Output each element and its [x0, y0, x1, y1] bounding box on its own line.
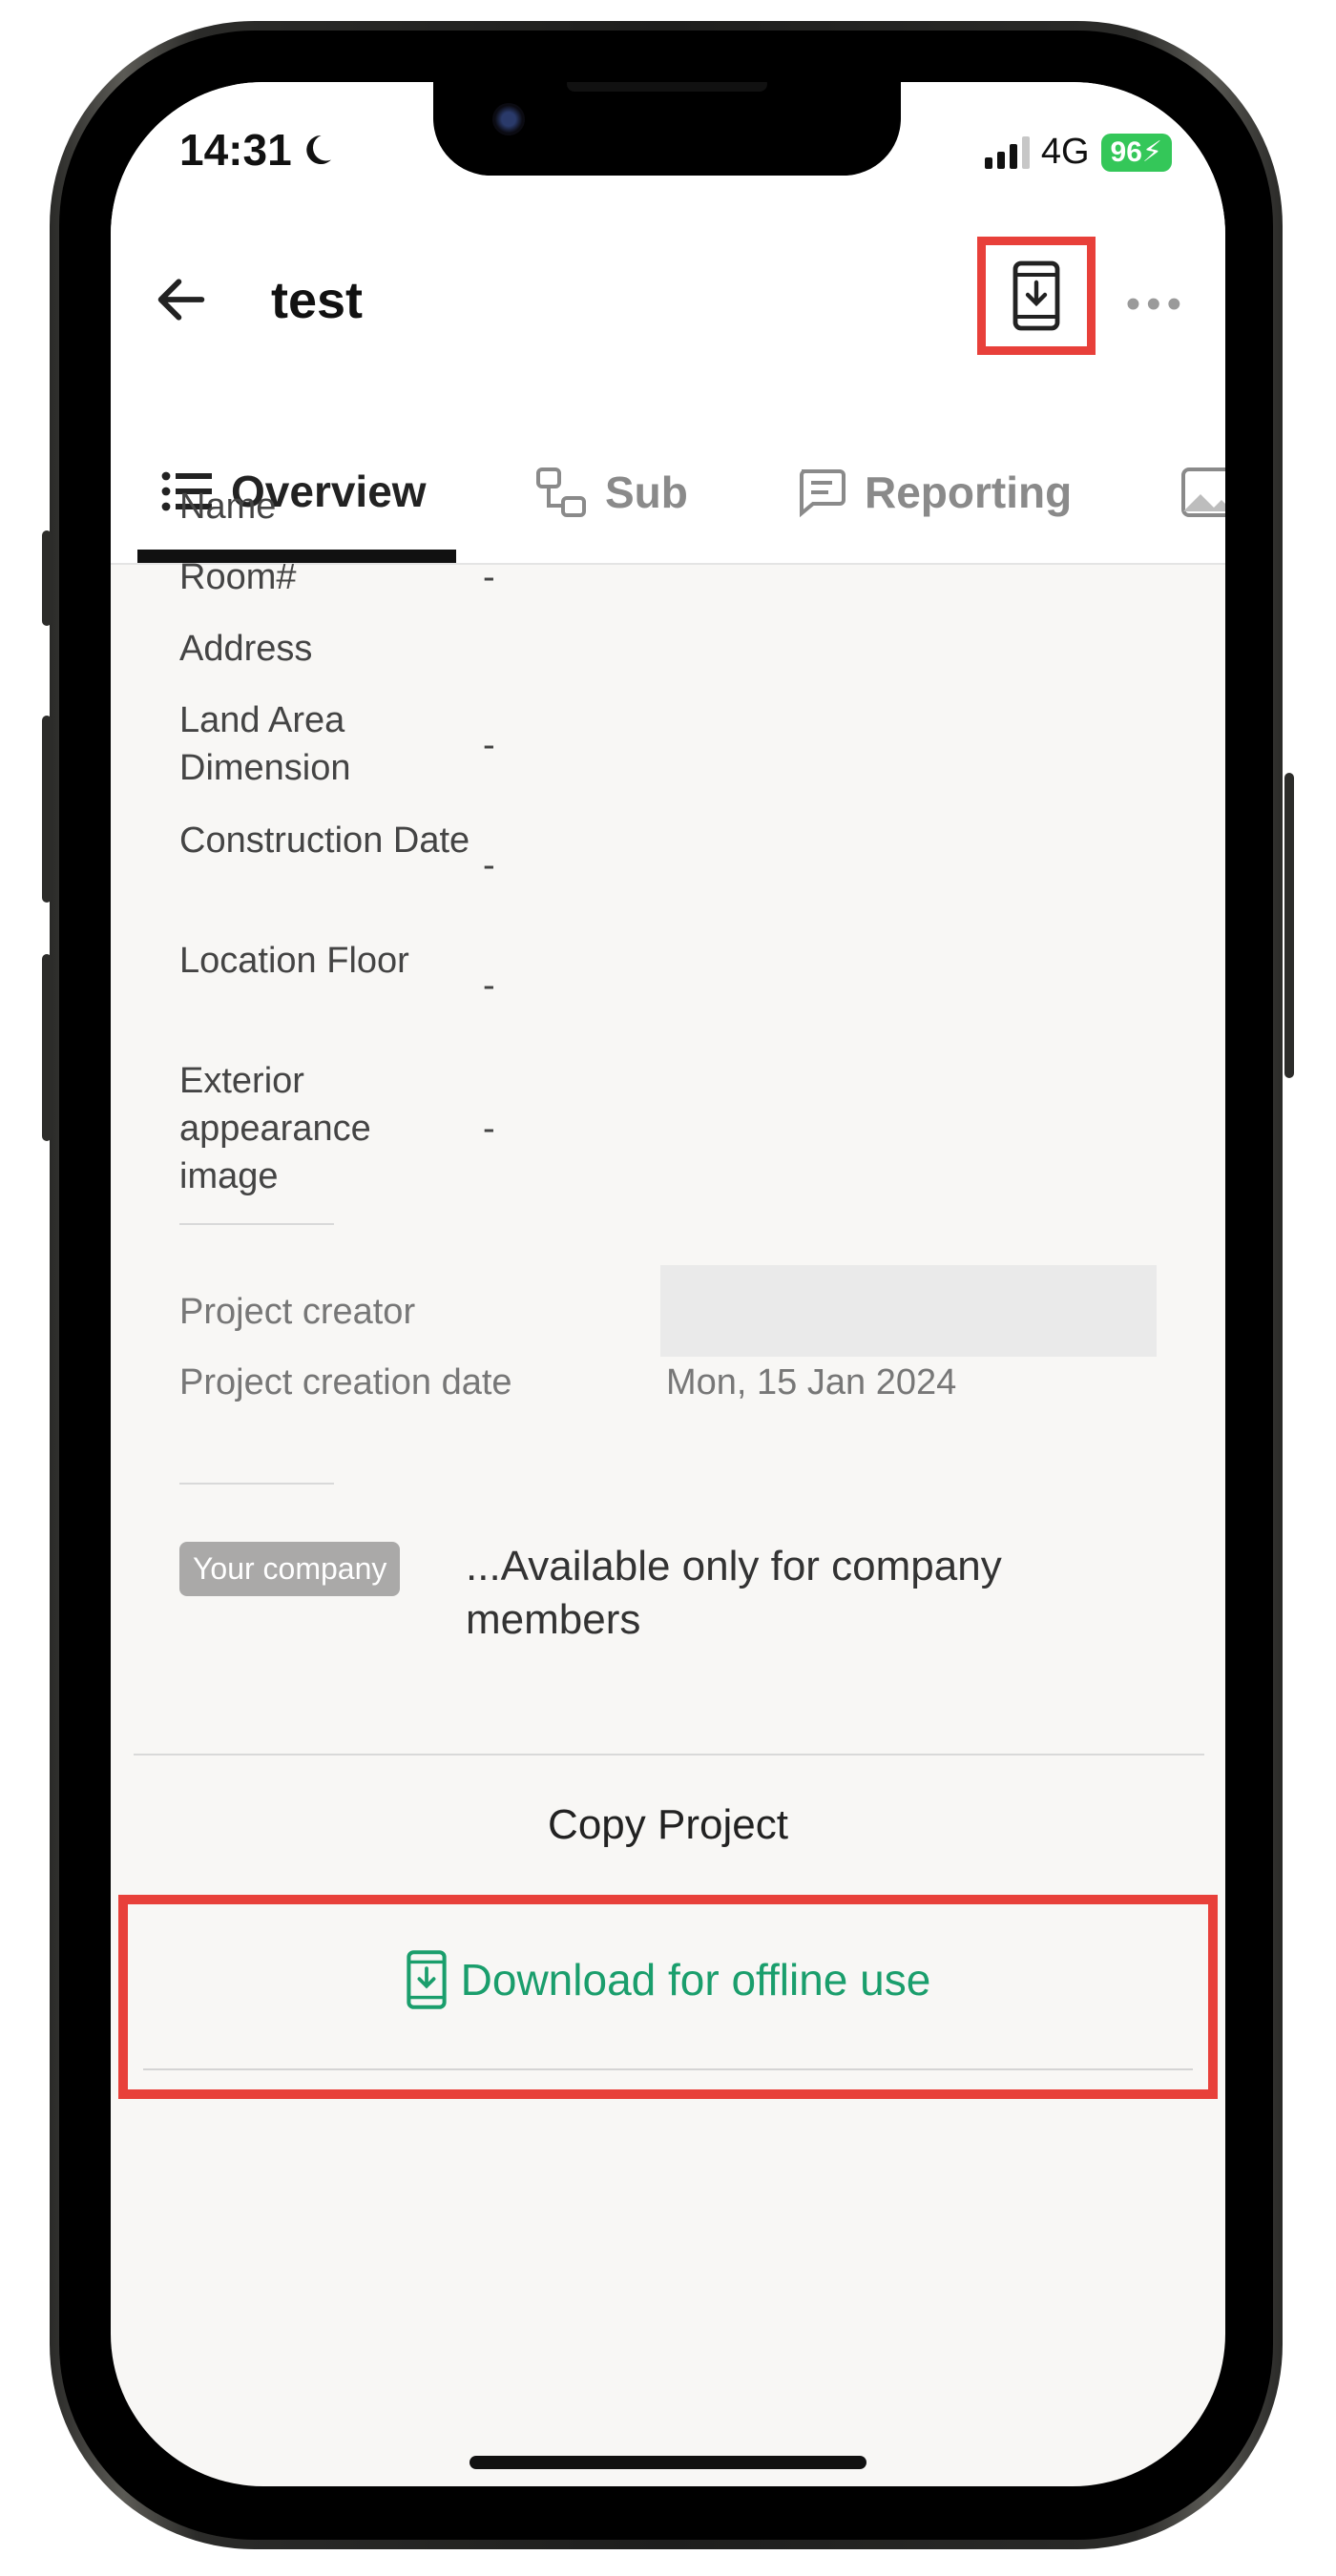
download-offline-highlight: Download for offline use: [118, 1895, 1218, 2099]
field-value: -: [483, 557, 495, 597]
creation-date-value: Mon, 15 Jan 2024: [666, 1362, 957, 1402]
divider: [134, 1754, 1204, 1755]
field-label: Name: [179, 487, 277, 527]
tab-reporting-label: Reporting: [865, 467, 1073, 517]
field-label: Exterior appearance image: [179, 1061, 371, 1196]
signal-icon: [984, 135, 1030, 169]
divider: [179, 1483, 334, 1485]
home-indicator[interactable]: [470, 2456, 866, 2469]
more-button[interactable]: •••: [1126, 280, 1187, 328]
download-offline-button-top[interactable]: [977, 237, 1096, 355]
field-room: Room# -: [179, 553, 495, 601]
more-horizontal-icon: •••: [1125, 280, 1187, 327]
company-badge: Your company: [179, 1542, 401, 1596]
divider: [179, 1223, 334, 1225]
field-label: Room#: [179, 557, 297, 597]
copy-project-button[interactable]: Copy Project: [111, 1801, 1225, 1849]
tab-images[interactable]: [1179, 466, 1225, 519]
battery-icon: 96⚡: [1100, 133, 1172, 172]
status-time: 14:31: [179, 124, 334, 176]
app-header: test •••: [111, 225, 1225, 427]
status-time-text: 14:31: [179, 125, 292, 175]
mute-switch: [42, 530, 52, 626]
download-offline-label: Download for offline use: [460, 1955, 931, 2005]
field-land-area: Land Area Dimension -: [179, 696, 495, 792]
field-value: -: [483, 845, 495, 885]
chat-icon: [800, 469, 845, 518]
arrow-left-icon: [157, 279, 205, 321]
field-location-floor: Location Floor -: [179, 937, 495, 1009]
tab-reporting[interactable]: Reporting: [794, 466, 1072, 519]
battery-level: 96: [1110, 135, 1142, 168]
creator-value-redacted: [660, 1265, 1157, 1357]
field-label: Address: [179, 629, 313, 669]
image-icon: [1181, 467, 1225, 517]
hierarchy-icon: [536, 467, 586, 517]
field-construction-date: Construction Date -: [179, 817, 495, 889]
screen: 14:31 4G 96⚡ test ••• Overview Sub Repor…: [111, 82, 1225, 2486]
field-label: Location Floor: [179, 941, 409, 981]
field-label: Construction Date: [179, 821, 470, 861]
volume-down-button: [42, 954, 52, 1141]
company-notice: ...Available only for company members: [466, 1543, 1002, 1643]
power-button: [1284, 773, 1294, 1078]
field-value: -: [483, 1109, 495, 1149]
page-title: test: [271, 272, 364, 329]
field-label: Land Area Dimension: [179, 700, 351, 788]
creator-label: Project creator: [179, 1292, 416, 1332]
tab-sub-label: Sub: [605, 467, 688, 517]
field-address: Address: [179, 625, 483, 673]
status-indicators: 4G 96⚡: [984, 132, 1172, 173]
network-type: 4G: [1040, 132, 1090, 172]
download-offline-button[interactable]: Download for offline use: [128, 1948, 1208, 2011]
notch: [433, 82, 901, 176]
phone-download-icon: [1012, 260, 1060, 331]
moon-icon: [305, 135, 331, 164]
speaker: [567, 82, 767, 92]
field-name: Name: [179, 483, 483, 530]
volume-up-button: [42, 716, 52, 903]
creation-date-label: Project creation date: [179, 1362, 512, 1402]
divider: [143, 2068, 1193, 2070]
tab-sub[interactable]: Sub: [534, 466, 688, 519]
field-value: -: [483, 725, 495, 765]
field-value: -: [483, 966, 495, 1006]
camera: [492, 103, 525, 135]
back-button[interactable]: [145, 263, 218, 336]
phone-download-icon: [407, 1950, 447, 2009]
field-exterior-image: Exterior appearance image -: [179, 1057, 495, 1200]
